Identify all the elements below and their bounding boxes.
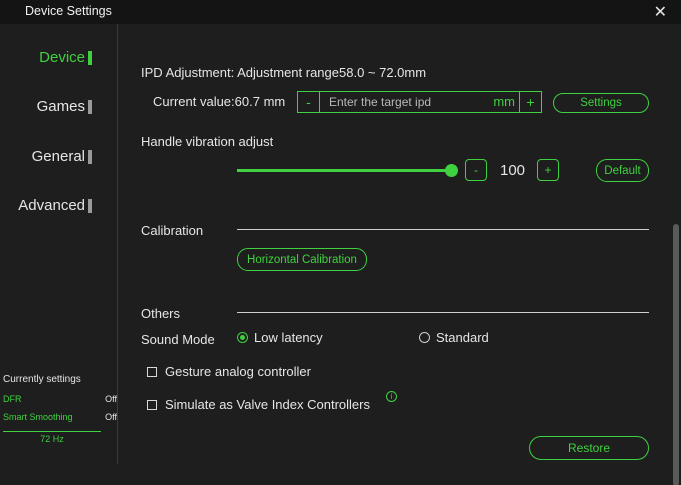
- radio-label: Standard: [436, 330, 489, 345]
- vibration-title: Handle vibration adjust: [141, 134, 274, 149]
- current-settings-heading: Currently settings: [3, 374, 81, 385]
- indicator-icon: [88, 149, 92, 164]
- radio-label: Low latency: [254, 330, 323, 345]
- ipd-settings-button[interactable]: Settings: [553, 93, 649, 113]
- horizontal-calibration-button[interactable]: Horizontal Calibration: [237, 248, 367, 271]
- sidebar-item-games[interactable]: Games: [37, 98, 92, 115]
- setting-row-dfr: DFR Off: [3, 394, 117, 404]
- ipd-decrease-button[interactable]: -: [298, 92, 320, 112]
- checkbox-label: Simulate as Valve Index Controllers: [165, 397, 370, 412]
- radio-unselected-icon: [419, 332, 430, 343]
- restore-button[interactable]: Restore: [529, 436, 649, 460]
- setting-value: Off: [105, 394, 117, 404]
- title-bar: Device Settings ✕: [0, 0, 681, 24]
- sidebar-item-label: General: [31, 148, 85, 165]
- ipd-input[interactable]: [320, 92, 480, 112]
- others-title: Others: [141, 306, 181, 321]
- setting-key: DFR: [3, 394, 22, 404]
- vibration-slider[interactable]: [237, 164, 458, 177]
- ipd-stepper: - mm +: [297, 91, 542, 113]
- vibration-decrease-button[interactable]: -: [465, 159, 487, 181]
- setting-row-smart-smoothing: Smart Smoothing Off: [3, 412, 117, 422]
- ipd-field: mm: [320, 92, 519, 112]
- setting-value: Off: [105, 412, 117, 422]
- vibration-default-button[interactable]: Default: [596, 159, 649, 182]
- sidebar-item-advanced[interactable]: Advanced: [18, 197, 92, 214]
- checkbox-label: Gesture analog controller: [165, 364, 311, 379]
- divider: [237, 229, 649, 230]
- ipd-unit: mm: [493, 94, 515, 109]
- calibration-title: Calibration: [141, 223, 204, 238]
- sidebar-item-label: Device: [39, 49, 85, 66]
- sidebar-item-device[interactable]: Device: [39, 49, 92, 66]
- sound-mode-label: Sound Mode: [141, 332, 215, 347]
- slider-handle[interactable]: [445, 164, 458, 177]
- indicator-icon: [88, 198, 92, 213]
- window-title: Device Settings: [25, 4, 112, 18]
- ipd-increase-button[interactable]: +: [519, 92, 541, 112]
- sidebar-item-general[interactable]: General: [32, 148, 92, 165]
- refresh-rate: 72 Hz: [3, 431, 101, 444]
- sidebar-item-label: Games: [36, 98, 85, 115]
- divider: [237, 312, 649, 313]
- radio-low-latency[interactable]: Low latency: [237, 330, 323, 345]
- radio-standard[interactable]: Standard: [419, 330, 489, 345]
- scrollbar[interactable]: [673, 224, 679, 485]
- active-indicator-icon: [88, 50, 92, 65]
- simulate-index-checkbox[interactable]: Simulate as Valve Index Controllers: [147, 397, 370, 412]
- indicator-icon: [88, 99, 92, 114]
- checkbox-icon: [147, 366, 157, 377]
- vibration-increase-button[interactable]: +: [537, 159, 559, 181]
- radio-selected-icon: [237, 332, 248, 343]
- checkbox-icon: [147, 399, 157, 410]
- sidebar-item-label: Advanced: [18, 197, 85, 214]
- ipd-title: IPD Adjustment: Adjustment range58.0 ~ 7…: [141, 65, 427, 80]
- info-icon[interactable]: i: [386, 391, 397, 402]
- setting-key: Smart Smoothing: [3, 412, 73, 422]
- gesture-analog-checkbox[interactable]: Gesture analog controller: [147, 364, 311, 379]
- vibration-value: 100: [500, 162, 526, 179]
- ipd-current-value: Current value:60.7 mm: [153, 94, 286, 109]
- close-icon[interactable]: ✕: [654, 2, 667, 22]
